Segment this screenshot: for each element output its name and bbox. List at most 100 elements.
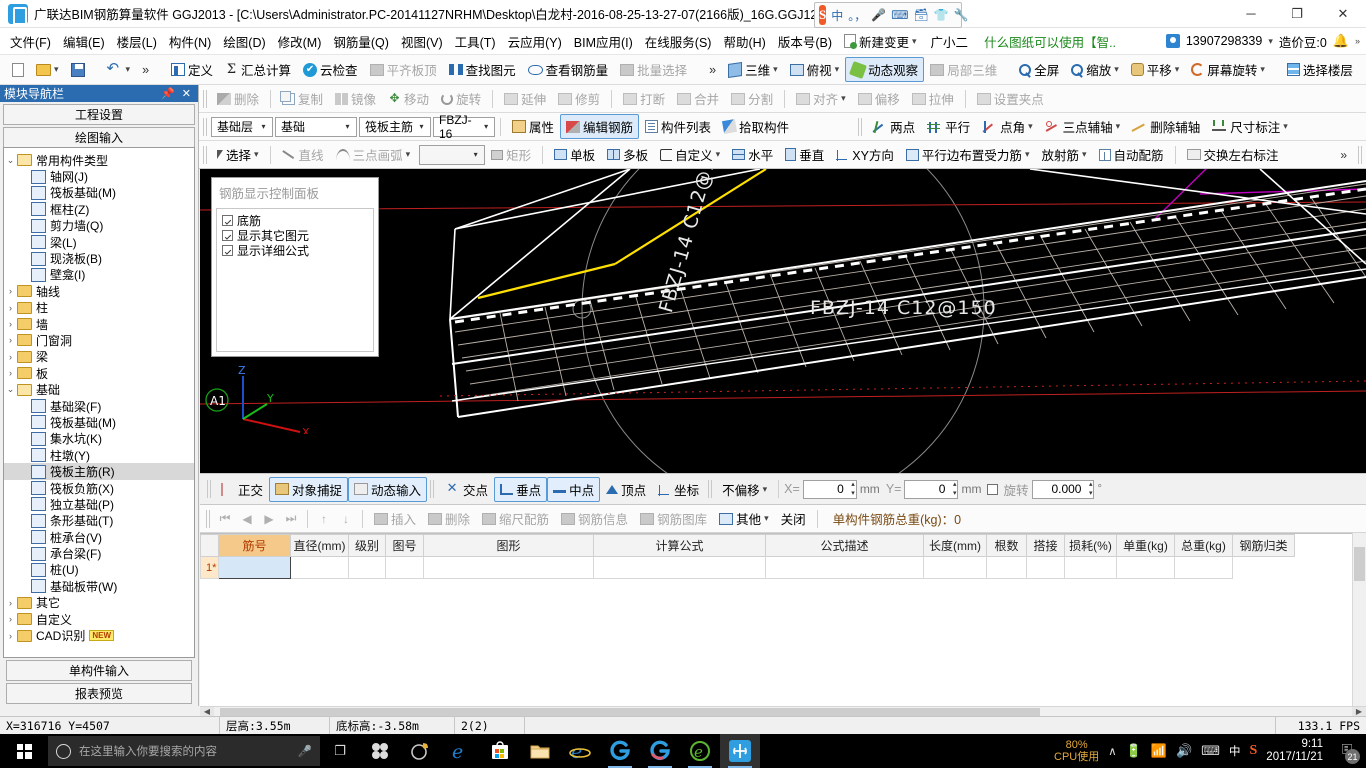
tree-folder[interactable]: ⌄基础	[4, 381, 194, 397]
3d-viewport[interactable]: FBZJ-14 C12@150 FBZJ-14 C12@150 A1 Z Y X…	[200, 169, 1366, 473]
delete-aux-axis-button[interactable]: 删除辅轴	[1126, 114, 1206, 139]
account-chevron-down-icon[interactable]: ▾	[1268, 36, 1273, 47]
sogou-browser-icon[interactable]	[600, 734, 640, 768]
tree-item[interactable]: 筏板基础(M)	[4, 414, 194, 430]
perpendicular-snap-toggle[interactable]: 垂点	[494, 477, 547, 502]
tree-item[interactable]: 框柱(Z)	[4, 201, 194, 217]
move-up-button[interactable]: ↑	[313, 512, 335, 526]
tree-item[interactable]: 筏板基础(M)	[4, 185, 194, 201]
tree-item[interactable]: 壁龛(I)	[4, 267, 194, 283]
maximize-button[interactable]: ❐	[1274, 0, 1320, 28]
tree-item[interactable]: 筏板主筋(R)	[4, 463, 194, 479]
table-cell[interactable]	[924, 557, 987, 579]
top-view-button[interactable]: 俯视▾	[784, 57, 846, 82]
menu-bim-app[interactable]: BIM应用(I)	[568, 29, 639, 54]
tree-item[interactable]: 剪力墙(Q)	[4, 218, 194, 234]
tree-folder[interactable]: ›梁	[4, 349, 194, 365]
horizontal-button[interactable]: 水平	[726, 142, 779, 167]
batch-select-button[interactable]: 批量选择	[614, 57, 693, 82]
tree-folder[interactable]: ›轴线	[4, 283, 194, 299]
y-offset-input[interactable]: 0	[904, 480, 958, 499]
tree-item[interactable]: 基础梁(F)	[4, 398, 194, 414]
menu-floor[interactable]: 楼层(L)	[111, 29, 163, 54]
row-number[interactable]: 1*	[201, 557, 219, 579]
tree-item[interactable]: 梁(L)	[4, 234, 194, 250]
component-tree[interactable]: ⌄常用构件类型轴网(J)筏板基础(M)框柱(Z)剪力墙(Q)梁(L)现浇板(B)…	[3, 147, 195, 658]
component-type-select[interactable]: 筏板主筋▾	[359, 117, 431, 137]
x-offset-input[interactable]: 0	[803, 480, 857, 499]
menu-rebar-qty[interactable]: 钢筋量(Q)	[327, 29, 395, 54]
chevron-right-icon[interactable]: ›	[4, 598, 17, 608]
column-header[interactable]: 图号	[386, 535, 424, 557]
chevron-down-icon[interactable]: ⌄	[4, 384, 17, 395]
cortana-fan-icon[interactable]	[360, 734, 400, 768]
split-button[interactable]: 分割	[725, 86, 779, 111]
tree-folder[interactable]: ›自定义	[4, 611, 194, 627]
chevron-right-icon[interactable]: ›	[4, 368, 17, 378]
table-cell[interactable]	[1175, 557, 1233, 579]
chevron-right-icon[interactable]: ›	[4, 303, 17, 313]
menu-edit[interactable]: 编辑(E)	[57, 29, 111, 54]
rotate-button[interactable]: 旋转	[435, 86, 487, 111]
table-cell[interactable]	[1027, 557, 1065, 579]
pan-button[interactable]: 平移▾	[1125, 57, 1186, 82]
edit-rebar-button[interactable]: 编辑钢筋	[560, 114, 639, 139]
rotate-input[interactable]: 0.000	[1032, 480, 1094, 499]
ime-mode-indicator[interactable]: 中	[1229, 743, 1241, 759]
coordinate-snap-toggle[interactable]: 坐标	[652, 477, 705, 502]
align-button[interactable]: 对齐▾	[790, 86, 852, 111]
chevron-right-icon[interactable]: ›	[4, 286, 17, 296]
component-select[interactable]: FBZJ-16▾	[433, 117, 495, 137]
glodon-icon[interactable]	[720, 734, 760, 768]
dynamic-input-toggle[interactable]: 动态输入	[348, 477, 427, 502]
column-header[interactable]: 搭接	[1027, 535, 1065, 557]
column-header[interactable]: 总重(kg)	[1175, 535, 1233, 557]
insert-row-button[interactable]: 插入	[368, 506, 422, 531]
column-header[interactable]: 根数	[987, 535, 1027, 557]
chevron-right-icon[interactable]: ›	[4, 631, 17, 641]
tree-item[interactable]: 独立基础(P)	[4, 496, 194, 512]
single-plate-button[interactable]: 单板	[548, 142, 601, 167]
volume-icon[interactable]: 🔊	[1176, 743, 1192, 759]
close-icon[interactable]: ✕	[182, 87, 191, 100]
object-snap-toggle[interactable]: 对象捕捉	[269, 477, 348, 502]
rebar-info-button[interactable]: 钢筋信息	[555, 506, 634, 531]
merge-button[interactable]: 合并	[671, 86, 725, 111]
ime-keyboard-icon[interactable]: ⌨	[891, 8, 908, 22]
last-record-button[interactable]: ⏭	[280, 511, 302, 526]
component-toolbar-grip[interactable]	[203, 118, 208, 136]
view-rebar-qty-button[interactable]: 查看钢筋量	[522, 57, 615, 82]
menu-draw[interactable]: 绘图(D)	[217, 29, 271, 54]
menu-modify[interactable]: 修改(M)	[272, 29, 328, 54]
account-phone[interactable]: 13907298339	[1186, 34, 1262, 48]
tree-item[interactable]: 现浇板(B)	[4, 250, 194, 266]
tree-item[interactable]: 集水坑(K)	[4, 431, 194, 447]
cpu-usage-indicator[interactable]: 80% CPU使用	[1054, 739, 1099, 763]
ime-skin-icon[interactable]: 👕	[934, 8, 949, 22]
pin-icon[interactable]: 📌	[161, 87, 175, 100]
two-point-button[interactable]: 两点	[866, 114, 921, 139]
notification-icon[interactable]	[400, 734, 440, 768]
set-grip-button[interactable]: 设置夹点	[971, 86, 1050, 111]
partial-3d-button[interactable]: 局部三维	[924, 57, 1003, 82]
other-button[interactable]: 其他▾	[713, 506, 775, 531]
tray-expand-chevron-icon[interactable]: ∧	[1108, 744, 1116, 758]
vertical-scroll-thumb[interactable]	[1354, 547, 1365, 581]
break-button[interactable]: 打断	[617, 86, 671, 111]
ime-toolbar[interactable]: S 中 。， 🎤 ⌨ 🗃 👕 🔧	[814, 2, 962, 28]
offset-mode-select[interactable]: 不偏移 ▾	[716, 477, 773, 502]
wifi-icon[interactable]: 📶	[1151, 743, 1167, 759]
menu-version[interactable]: 版本号(B)	[772, 29, 838, 54]
midpoint-snap-toggle[interactable]: 中点	[547, 477, 600, 502]
auto-rebar-button[interactable]: 自动配筋	[1093, 142, 1170, 167]
draw-mode-select[interactable]: ▾	[419, 145, 485, 165]
taskbar-clock[interactable]: 9:11 2017/11/21	[1266, 738, 1323, 764]
microphone-icon[interactable]: 🎤	[298, 744, 312, 758]
menu-help[interactable]: 帮助(H)	[717, 29, 771, 54]
delete-row-button[interactable]: 删除	[422, 506, 476, 531]
show-other-elements-checkbox[interactable]	[222, 230, 233, 241]
tree-folder[interactable]: ›CAD识别NEW	[4, 627, 194, 643]
category-select[interactable]: 基础▾	[275, 117, 357, 137]
column-header[interactable]: 钢筋归类	[1233, 535, 1295, 557]
save-button[interactable]	[65, 60, 91, 80]
